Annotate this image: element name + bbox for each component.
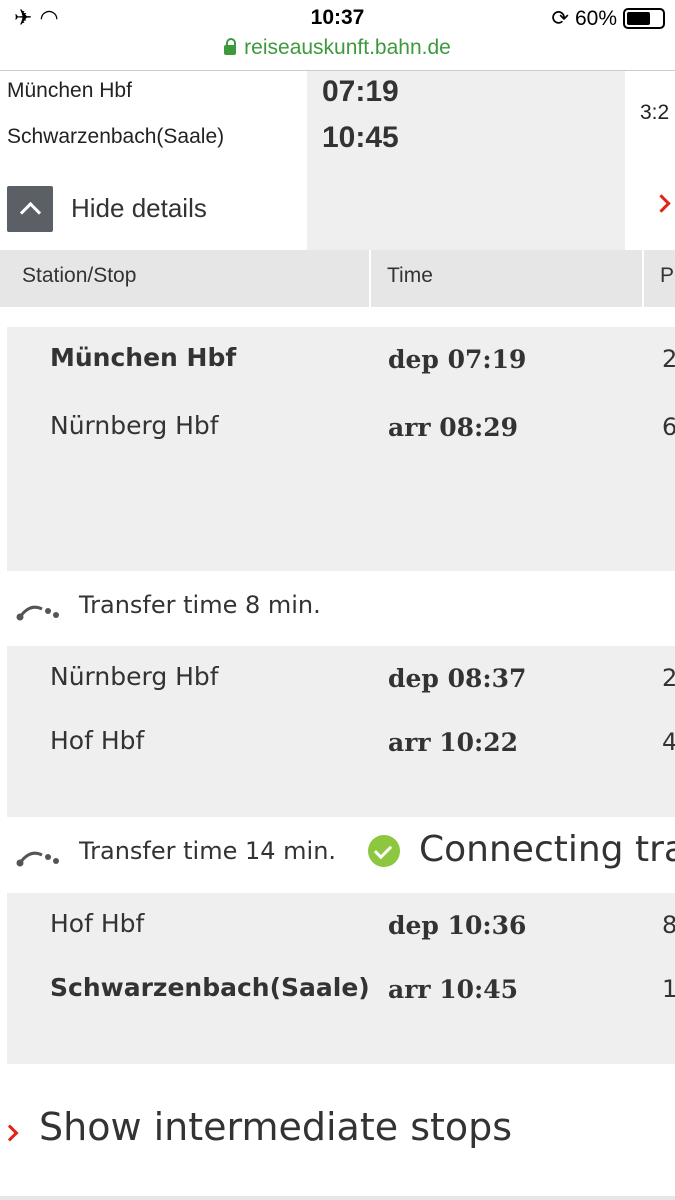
stop-platform: 1 — [662, 975, 675, 1003]
transfer-info: Transfer time 8 min. — [0, 577, 675, 637]
url-text: reiseauskunft.bahn.de — [244, 36, 451, 59]
summary-duration: 3:2 — [640, 101, 670, 124]
stop-platform: 4 — [662, 728, 675, 756]
header-time: Time — [387, 264, 433, 287]
stop-time: arr 10:22 — [388, 728, 519, 757]
stop-time: dep 08:37 — [388, 664, 527, 693]
stop-platform: 2 — [662, 664, 675, 692]
stop-time: arr 10:45 — [388, 975, 519, 1004]
chevron-right-icon — [1, 1124, 19, 1142]
header-station: Station/Stop — [22, 264, 137, 287]
stop-platform: 6 — [662, 413, 675, 441]
stop-station: Nürnberg Hbf — [50, 662, 219, 691]
show-intermediate-stops-label[interactable]: Show intermediate stops — [39, 1105, 512, 1149]
transfer-icon — [16, 605, 59, 621]
summary-dep-time: 07:19 — [322, 75, 399, 108]
summary-arr-time: 10:45 — [322, 121, 399, 154]
header-divider — [369, 250, 371, 307]
connecting-train-status: Connecting tra — [419, 829, 675, 870]
stop-station: Hof Hbf — [50, 909, 145, 938]
transfer-icon — [16, 851, 59, 867]
header-divider — [642, 250, 644, 307]
check-circle-icon — [368, 835, 400, 867]
stop-time: dep 10:36 — [388, 911, 527, 940]
status-bar: ✈ ︎◠ 10:37 ⟳ 60% reiseauskunft.bahn.de — [0, 0, 675, 70]
transfer-info: Transfer time 14 min. Connecting tra — [0, 823, 675, 883]
transfer-time-label: Transfer time 14 min. — [79, 837, 337, 865]
chevron-right-icon[interactable] — [652, 194, 671, 213]
stop-station: München Hbf — [50, 343, 237, 372]
journey-segment: Hof Hbf dep 10:36 8 Schwarzenbach(Saale)… — [7, 893, 675, 1064]
rotation-lock-icon: ⟳ — [551, 7, 569, 30]
battery-percent: 60% — [574, 6, 617, 30]
journey-segment: Nürnberg Hbf dep 08:37 2 Hof Hbf arr 10:… — [7, 646, 675, 817]
divider — [0, 1196, 675, 1200]
stop-station: Hof Hbf — [50, 726, 145, 755]
hide-details-label[interactable]: Hide details — [71, 193, 207, 224]
table-header: Station/Stop Time P — [0, 250, 675, 307]
status-right: ⟳ 60% — [551, 6, 665, 31]
connection-summary: München Hbf Schwarzenbach(Saale) 07:19 1… — [0, 70, 675, 251]
show-intermediate-stops-link[interactable]: Show intermediate stops — [0, 1105, 675, 1165]
address-bar[interactable]: reiseauskunft.bahn.de — [0, 36, 675, 60]
stop-platform: 8 — [662, 911, 675, 939]
hide-details-button[interactable] — [7, 186, 53, 232]
summary-from-station: München Hbf — [7, 79, 132, 102]
transfer-time-label: Transfer time 8 min. — [79, 591, 321, 619]
stop-time: arr 08:29 — [388, 413, 519, 442]
journey-segment: München Hbf dep 07:19 2 Nürnberg Hbf arr… — [7, 327, 675, 571]
stop-station: Schwarzenbach(Saale) — [50, 973, 370, 1002]
battery-icon — [623, 8, 665, 29]
header-platform: P — [660, 264, 675, 287]
lock-icon — [224, 38, 237, 55]
stop-station: Nürnberg Hbf — [50, 411, 219, 440]
stop-time: dep 07:19 — [388, 345, 527, 374]
stop-platform: 2 — [662, 345, 675, 373]
summary-to-station: Schwarzenbach(Saale) — [7, 125, 225, 148]
